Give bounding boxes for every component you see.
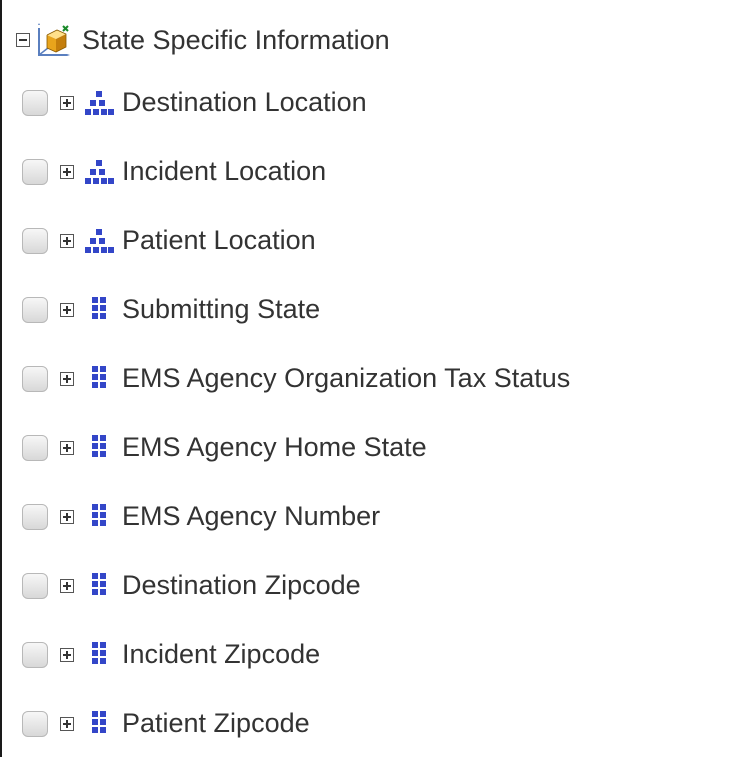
node-checkbox[interactable] xyxy=(22,158,48,185)
node-checkbox[interactable] xyxy=(22,503,48,530)
collapse-toggle[interactable] xyxy=(16,33,30,47)
tree-node-patient-location[interactable]: Patient Location xyxy=(22,206,742,275)
expand-toggle[interactable] xyxy=(60,440,74,455)
node-label: Destination Zipcode xyxy=(122,570,361,600)
hierarchy-icon xyxy=(85,159,114,184)
hierarchy-icon xyxy=(85,90,114,115)
expand-toggle[interactable] xyxy=(60,302,74,317)
child-node-list: Destination Location Incident Location P… xyxy=(22,68,742,758)
tree-node-ems-agency-home-state[interactable]: EMS Agency Home State xyxy=(22,413,742,482)
tree-node-destination-zipcode[interactable]: Destination Zipcode xyxy=(22,551,742,620)
node-label: EMS Agency Number xyxy=(122,501,381,531)
node-checkbox[interactable] xyxy=(22,89,48,116)
cube-icon xyxy=(38,23,70,56)
tree-node-ems-agency-organization-tax-status[interactable]: EMS Agency Organization Tax Status xyxy=(22,344,742,413)
node-checkbox[interactable] xyxy=(22,572,48,599)
node-checkbox[interactable] xyxy=(22,641,48,668)
dimension-grid-icon xyxy=(92,572,106,595)
node-label: Submitting State xyxy=(122,294,321,324)
dimension-grid-icon xyxy=(92,503,106,526)
node-label: Patient Location xyxy=(122,225,316,255)
tree-node-submitting-state[interactable]: Submitting State xyxy=(22,275,742,344)
expand-toggle[interactable] xyxy=(60,716,74,731)
node-label: Patient Zipcode xyxy=(122,708,310,738)
dimension-grid-icon xyxy=(92,641,106,664)
root-node-label: State Specific Information xyxy=(82,24,390,55)
tree-node-incident-zipcode[interactable]: Incident Zipcode xyxy=(22,620,742,689)
dimension-grid-icon xyxy=(92,365,106,388)
tree-node-ems-agency-number[interactable]: EMS Agency Number xyxy=(22,482,742,551)
node-label: EMS Agency Home State xyxy=(122,432,427,462)
node-label: Destination Location xyxy=(122,87,367,117)
node-checkbox[interactable] xyxy=(22,434,48,461)
dimension-tree-panel: State Specific Information Destination L… xyxy=(0,0,743,757)
node-checkbox[interactable] xyxy=(22,227,48,254)
node-label: Incident Location xyxy=(122,156,327,186)
tree-node-incident-location[interactable]: Incident Location xyxy=(22,137,742,206)
expand-toggle[interactable] xyxy=(60,233,74,248)
expand-toggle[interactable] xyxy=(60,509,74,524)
tree-node-destination-location[interactable]: Destination Location xyxy=(22,68,742,137)
dimension-grid-icon xyxy=(92,296,106,319)
node-checkbox[interactable] xyxy=(22,296,48,323)
dimension-grid-icon xyxy=(92,434,106,457)
expand-toggle[interactable] xyxy=(60,647,74,662)
hierarchy-icon xyxy=(85,228,114,253)
node-label: Incident Zipcode xyxy=(122,639,321,669)
node-checkbox[interactable] xyxy=(22,710,48,737)
tree-node-patient-zipcode[interactable]: Patient Zipcode xyxy=(22,689,742,758)
node-checkbox[interactable] xyxy=(22,365,48,392)
node-label: EMS Agency Organization Tax Status xyxy=(122,363,571,393)
expand-toggle[interactable] xyxy=(60,371,74,386)
expand-toggle[interactable] xyxy=(60,164,74,179)
expand-toggle[interactable] xyxy=(60,578,74,593)
expand-toggle[interactable] xyxy=(60,95,74,110)
dimension-grid-icon xyxy=(92,710,106,733)
tree-root-node[interactable]: State Specific Information xyxy=(16,18,390,62)
